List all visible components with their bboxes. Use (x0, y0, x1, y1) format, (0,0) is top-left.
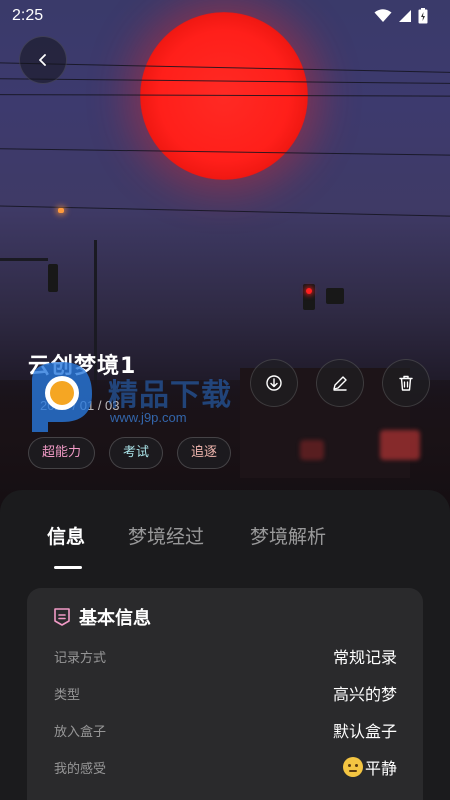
tag-list: 超能力 考试 追逐 (28, 437, 232, 469)
status-time: 2:25 (12, 7, 44, 24)
back-button[interactable] (19, 36, 67, 84)
trash-icon (399, 375, 413, 391)
info-label: 类型 (54, 687, 81, 703)
info-row: 放入盒子 默认盒子 (54, 718, 397, 742)
window-glow (300, 440, 324, 460)
edit-button[interactable] (316, 359, 364, 407)
tab-dream-process[interactable]: 梦境经过 (128, 522, 204, 549)
info-row: 我的感受 平静 (54, 755, 397, 779)
basic-info-card: 基本信息 记录方式 常规记录 类型 高兴的梦 放入盒子 默认盒子 我的感受 平静 (27, 588, 423, 800)
calm-face-icon (342, 757, 363, 777)
tab-dream-analysis[interactable]: 梦境解析 (250, 522, 326, 549)
signal-icon (399, 10, 411, 22)
street-light (58, 208, 64, 213)
dream-date: 2025 / 01 / 03 (40, 398, 120, 413)
info-row: 类型 高兴的梦 (54, 681, 397, 705)
feeling-value: 平静 (342, 755, 397, 779)
feeling-text: 平静 (364, 759, 397, 778)
tag-chip[interactable]: 考试 (109, 437, 164, 469)
wifi-icon (374, 9, 392, 22)
download-icon (266, 375, 282, 391)
status-bar: 2:25 (0, 0, 450, 32)
chevron-left-icon (39, 54, 46, 66)
document-icon (54, 608, 70, 626)
tab-bar: 信息 梦境经过 梦境解析 (0, 522, 450, 562)
info-value: 高兴的梦 (332, 685, 397, 704)
tab-indicator (54, 566, 82, 569)
dream-title: 云创梦境1 (28, 354, 137, 379)
detail-sheet: 信息 梦境经过 梦境解析 基本信息 记录方式 常规记录 类型 高兴的梦 放入盒子… (0, 490, 450, 800)
card-title: 基本信息 (79, 608, 151, 629)
info-value: 默认盒子 (332, 722, 397, 741)
red-light (306, 288, 312, 294)
tab-info[interactable]: 信息 (47, 522, 85, 549)
info-label: 我的感受 (54, 761, 107, 777)
info-value: 常规记录 (332, 648, 397, 667)
info-label: 记录方式 (54, 650, 107, 666)
delete-button[interactable] (382, 359, 430, 407)
download-button[interactable] (250, 359, 298, 407)
info-row: 记录方式 常规记录 (54, 644, 397, 668)
info-label: 放入盒子 (54, 724, 107, 740)
tag-chip[interactable]: 追逐 (177, 437, 232, 469)
window-glow (380, 430, 420, 460)
status-icons (374, 8, 428, 24)
signal-arm (0, 258, 48, 261)
pencil-icon (333, 376, 347, 391)
battery-icon (418, 8, 428, 24)
card-header: 基本信息 (53, 604, 151, 630)
power-line (0, 205, 450, 218)
traffic-light (48, 264, 58, 292)
road-sign (326, 288, 344, 304)
tag-chip[interactable]: 超能力 (28, 437, 96, 469)
